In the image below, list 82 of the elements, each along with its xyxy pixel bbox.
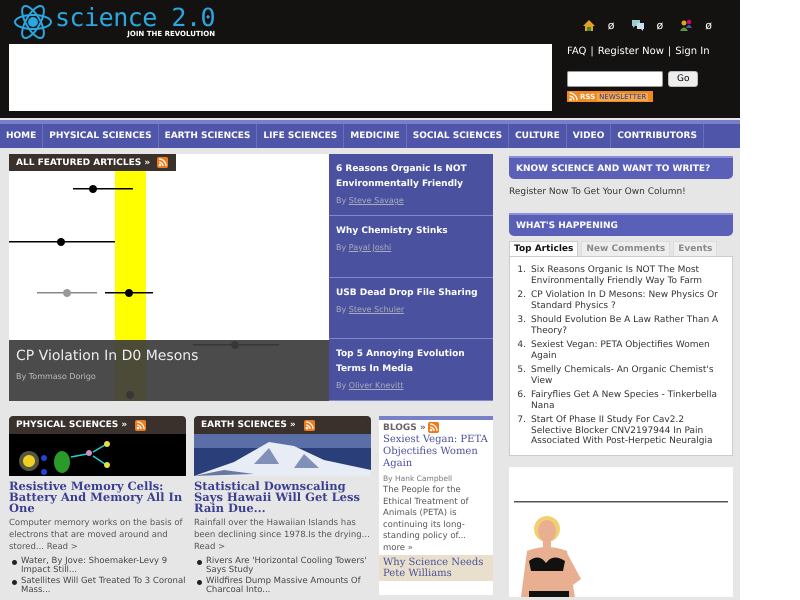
article-title[interactable]: 6 Reasons Organic Is NOT Environmentally Friendly bbox=[336, 162, 486, 192]
article-title[interactable]: Resistive Memory Cells: Battery And Memory All In One bbox=[9, 481, 186, 514]
list-number: 5. bbox=[516, 365, 526, 377]
article-title[interactable]: Statistical Downscaling Says Hawaii Will Get Less Rain Due... bbox=[194, 481, 371, 514]
bullet-icon bbox=[197, 560, 202, 565]
read-more-link[interactable]: Read > bbox=[46, 542, 78, 552]
article-title[interactable]: Why Chemistry Stinks bbox=[336, 224, 486, 239]
bullet-icon bbox=[197, 580, 202, 585]
article-link[interactable]: Rivers Are 'Horizontal Cooling Towers' Says Study bbox=[206, 557, 371, 575]
nav-item[interactable]: VIDEO bbox=[566, 124, 612, 148]
article-link[interactable]: Smelly Chemicals- An Organic Chemist's View bbox=[531, 365, 728, 386]
article-title[interactable]: USB Dead Drop File Sharing bbox=[336, 286, 486, 300]
article-summary: Rainfall over the Hawaiian Islands has been declining since 1978.Is the drying... Read > bbox=[194, 517, 371, 553]
nav-item[interactable]: HOME bbox=[0, 124, 44, 148]
by-label: By bbox=[336, 242, 346, 252]
list-number: 7. bbox=[516, 415, 526, 427]
section-header[interactable]: PHYSICAL SCIENCES » bbox=[9, 416, 186, 434]
by-label: By bbox=[336, 381, 346, 390]
article-title[interactable]: Top 5 Annoying Evolution Terms In Media bbox=[336, 347, 486, 378]
article-link[interactable]: Six Reasons Organic Is NOT The Most Environmentally Friendly Way To Farm bbox=[531, 265, 728, 286]
section-header[interactable]: EARTH SCIENCES » bbox=[194, 416, 371, 434]
article-link[interactable]: Start Of Phase II Study For Cav2.2 Selective Blocker CNV2197944 In Pain Associated With Post-Herpetic Neuralgia bbox=[531, 415, 728, 446]
article-link[interactable]: Wildfires Dump Massive Amounts Of Charcoal Into... bbox=[206, 577, 371, 595]
blog-excerpt: The People for the Ethical Treatment of Animals (PETA) is continuing its long-standing policy of... more » bbox=[383, 485, 470, 554]
chat-icon[interactable] bbox=[630, 18, 645, 32]
header-link[interactable]: Register Now bbox=[598, 46, 664, 57]
nav-item[interactable]: LIFE SCIENCES bbox=[257, 124, 344, 148]
nav-item[interactable]: PHYSICAL SCIENCES bbox=[43, 124, 159, 148]
count-label: ø bbox=[608, 18, 615, 32]
list-number: 4. bbox=[516, 340, 526, 352]
nav-item[interactable]: EARTH SCIENCES bbox=[158, 124, 258, 148]
featured-article[interactable]: Top 5 Annoying Evolution Terms In Media By Oliver Knevitt bbox=[329, 339, 493, 401]
article-link[interactable]: Sexiest Vegan: PETA Objectifies Women Again bbox=[531, 340, 728, 361]
site-logo[interactable]: science 2.0 bbox=[55, 6, 216, 30]
register-link[interactable]: Register Now To Get Your Own Column! bbox=[509, 187, 733, 197]
nav-item[interactable]: MEDICINE bbox=[344, 124, 407, 148]
atom-logo-icon bbox=[13, 4, 53, 40]
rss-icon[interactable] bbox=[304, 420, 315, 430]
featured-tab[interactable]: ALL FEATURED ARTICLES » bbox=[9, 154, 176, 171]
article-link[interactable]: Fairyflies Get A New Species - Tinkerbella Nana bbox=[531, 390, 728, 411]
bullet-icon bbox=[12, 560, 17, 565]
blog-title[interactable]: Why Science Needs Pete Williams bbox=[383, 557, 489, 579]
rss-icon bbox=[569, 92, 578, 101]
article-link[interactable]: Should Evolution Be A Law Rather Than A Theory? bbox=[531, 315, 728, 336]
go-button[interactable]: Go bbox=[668, 71, 698, 87]
by-label: By bbox=[336, 304, 346, 314]
rss-icon[interactable] bbox=[157, 157, 168, 168]
article-summary: Computer memory works on the basis of electrons that are moved around and stored... Read > bbox=[9, 517, 184, 553]
nav-item[interactable]: CONTRIBUTORS bbox=[611, 124, 704, 148]
count-label: ø bbox=[705, 18, 712, 32]
featured-title[interactable]: CP Violation In D0 Mesons bbox=[16, 348, 322, 364]
section-heading: WHAT'S HAPPENING bbox=[516, 220, 618, 230]
more-link[interactable]: more » bbox=[383, 542, 413, 552]
rss-icon[interactable] bbox=[135, 420, 146, 430]
header-link[interactable]: Sign In bbox=[675, 46, 710, 57]
blogs-heading[interactable]: BLOGS » bbox=[383, 422, 426, 432]
blog-title[interactable]: Sexiest Vegan: PETA Objectifies Women Again bbox=[383, 434, 489, 470]
nav-item[interactable]: CULTURE bbox=[509, 124, 567, 148]
count-label: ø bbox=[656, 18, 664, 32]
by-label: By bbox=[336, 196, 346, 205]
read-more-link[interactable]: Read > bbox=[194, 542, 226, 552]
nav-item[interactable]: SOCIAL SCIENCES bbox=[406, 124, 510, 148]
article-link[interactable]: Satellites Will Get Treated To 3 Coronal Mass... bbox=[21, 577, 186, 595]
featured-article[interactable]: 6 Reasons Organic Is NOT Environmentally Friendly By Steve Savage bbox=[329, 154, 493, 216]
featured-article[interactable]: Why Chemistry Stinks By Payal Joshi bbox=[329, 216, 493, 278]
users-icon[interactable] bbox=[679, 18, 694, 32]
home-icon[interactable] bbox=[582, 18, 596, 32]
bullet-icon bbox=[12, 580, 17, 585]
article-link[interactable]: Water, By Jove: Shoemaker-Levy 9 Impact Still... bbox=[21, 557, 186, 575]
byline: By Tommaso Dorigo bbox=[16, 372, 97, 381]
section-heading: KNOW SCIENCE AND WANT TO WRITE? bbox=[516, 164, 710, 174]
list-number: 3. bbox=[516, 315, 526, 327]
featured-article[interactable]: USB Dead Drop File Sharing By Steve Schuler bbox=[329, 278, 493, 340]
article-link[interactable]: CP Violation In D Mesons: New Physics Or Standard Physics ? bbox=[531, 290, 728, 311]
list-number: 1. bbox=[516, 265, 526, 277]
separator: | bbox=[590, 46, 594, 57]
header-link[interactable]: FAQ bbox=[567, 46, 586, 57]
list-number: 6. bbox=[516, 390, 526, 402]
list-number: 2. bbox=[516, 290, 526, 302]
search-field[interactable] bbox=[567, 71, 663, 87]
tab[interactable]: Top Articles bbox=[509, 241, 578, 256]
separator: | bbox=[668, 46, 672, 57]
